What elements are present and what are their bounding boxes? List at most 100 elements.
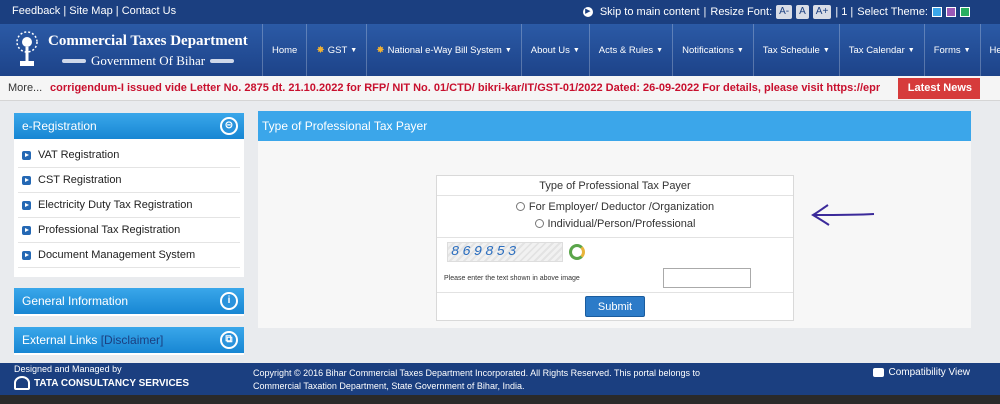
sidebar-item-label: Professional Tax Registration — [38, 224, 181, 236]
nav-item-national-e-way-bill-system[interactable]: ✸ National e-Way Bill System ▼ — [366, 24, 521, 76]
brand-subtitle-text: Government Of Bihar — [91, 53, 206, 68]
site-map-link[interactable]: Site Map — [69, 5, 112, 17]
utility-links: Feedback | Site Map | Contact Us — [12, 5, 177, 17]
latest-news-button[interactable]: Latest News — [897, 78, 980, 99]
disclaimer-link[interactable]: [Disclaimer] — [101, 333, 164, 347]
e-registration-title: e-Registration — [22, 119, 97, 133]
employer-option[interactable]: For Employer/ Deductor /Organization — [437, 201, 793, 213]
sidebar-item-electricity-duty-tax-registration[interactable]: Electricity Duty Tax Registration — [18, 193, 240, 218]
brand-subtitle: Government Of Bihar — [62, 53, 235, 69]
sidebar-item-cst-registration[interactable]: CST Registration — [18, 168, 240, 193]
bodhi-tree-logo-icon[interactable] — [12, 30, 42, 70]
individual-option-label: Individual/Person/Professional — [547, 218, 696, 230]
employer-radio[interactable] — [515, 202, 525, 211]
utility-bar: Feedback | Site Map | Contact Us ▶ Skip … — [0, 0, 1000, 24]
nav-item-home[interactable]: Home — [262, 24, 306, 76]
e-registration-list: VAT Registration CST Registration Electric… — [14, 139, 244, 270]
collapse-icon[interactable]: ⊝ — [220, 117, 238, 135]
individual-option[interactable]: Individual/Person/Professional — [437, 218, 793, 230]
caret-down-icon: ▼ — [350, 46, 358, 54]
nav-item-label: About Us — [530, 44, 570, 56]
tax-payer-type-options: For Employer/ Deductor /Organization Ind… — [437, 196, 793, 238]
copyright-text: Copyright © 2016 Bihar Commercial Taxes … — [253, 368, 701, 391]
star-icon: ✸ — [316, 44, 325, 56]
nav-item-label: Forms — [933, 44, 961, 56]
external-links-title: External Links — [22, 333, 98, 347]
theme-blue-swatch[interactable] — [932, 7, 942, 17]
nav-item-gst[interactable]: ✸ GST ▼ — [306, 24, 366, 76]
theme-purple-swatch[interactable] — [946, 7, 956, 17]
nav-item-acts-rules[interactable]: Acts & Rules ▼ — [588, 24, 672, 76]
e-registration-header[interactable]: e-Registration ⊝ — [14, 113, 244, 139]
resize-font-label: Resize Font: — [710, 6, 773, 18]
captcha-label: Please enter the text shown in above ima… — [444, 275, 580, 282]
captcha-input[interactable] — [663, 268, 751, 288]
font-increase-button[interactable]: A+ — [812, 5, 832, 19]
info-icon[interactable]: i — [220, 292, 238, 310]
nav-item-label: Tax Calendar — [848, 44, 905, 56]
more-link[interactable]: More... — [8, 82, 42, 94]
external-links-panel: External Links [Disclaimer] ⧉ — [14, 327, 244, 355]
nav-item-tax-calendar[interactable]: Tax Calendar ▼ — [838, 24, 924, 76]
brand-title[interactable]: Commercial Taxes Department — [48, 33, 248, 50]
decorative-line-icon — [210, 59, 235, 63]
feedback-link[interactable]: Feedback — [12, 5, 60, 17]
nav-item-label: Home — [272, 44, 298, 56]
sidebar-item-label: CST Registration — [38, 174, 122, 186]
general-information-header[interactable]: General Information i — [14, 288, 244, 314]
tcs-name: TATA CONSULTANCY SERVICES — [34, 377, 190, 389]
nav-item-label: Tax Schedule — [762, 44, 820, 56]
e-registration-panel: e-Registration ⊝ VAT Registration CST Reg… — [14, 113, 244, 277]
submit-row: Submit — [437, 293, 793, 320]
sidebar-item-document-management-system[interactable]: Document Management System — [18, 243, 240, 268]
decorative-line-icon — [62, 59, 86, 63]
nav-item-notifications[interactable]: Notifications ▼ — [672, 24, 753, 76]
link-icon[interactable]: ⧉ — [220, 331, 238, 349]
employer-option-label: For Employer/ Deductor /Organization — [528, 201, 715, 213]
select-theme-label: Select Theme: — [857, 6, 928, 18]
external-links-header[interactable]: External Links [Disclaimer] ⧉ — [14, 327, 244, 353]
contact-us-link[interactable]: Contact Us — [122, 5, 176, 17]
caret-down-icon: ▼ — [963, 46, 971, 54]
caret-down-icon: ▼ — [907, 46, 915, 54]
tcs-logo[interactable]: TATA CONSULTANCY SERVICES — [14, 376, 189, 390]
bullet-arrow-icon — [22, 250, 31, 260]
skip-icon: ▶ — [582, 7, 593, 17]
bullet-arrow-icon — [22, 150, 31, 160]
compatibility-view-link[interactable]: Compatibility View — [873, 367, 970, 378]
separator: | — [703, 6, 707, 18]
caret-down-icon: ▼ — [504, 46, 512, 54]
nav-item-forms[interactable]: Forms ▼ — [923, 24, 980, 76]
ticker-message[interactable]: corrigendum-I issued vide Letter No. 287… — [50, 82, 892, 94]
captcha-image: 869853 — [447, 242, 563, 262]
star-icon: ✸ — [376, 44, 385, 56]
tax-payer-form: Type of Professional Tax Payer For Emplo… — [436, 175, 794, 321]
designed-by-label: Designed and Managed by — [14, 364, 122, 374]
individual-radio[interactable] — [534, 219, 544, 228]
accessibility-controls: ▶ Skip to main content | Resize Font: A-… — [582, 5, 970, 19]
theme-green-swatch[interactable] — [960, 7, 970, 17]
main-nav: Home ✸ GST ▼ ✸ National e-Way Bill System ▼ Abo… — [262, 24, 1000, 76]
nav-item-label: Help — [989, 44, 1000, 56]
font-separator: | 1 | — [835, 6, 854, 18]
sidebar-item-vat-registration[interactable]: VAT Registration — [18, 143, 240, 168]
sidebar-item-label: Document Management System — [38, 249, 196, 261]
nav-item-tax-schedule[interactable]: Tax Schedule ▼ — [752, 24, 839, 76]
hand-drawn-arrow-icon — [811, 204, 875, 226]
news-ticker: More... corrigendum-I issued vide Letter… — [0, 76, 1000, 101]
captcha-row: 869853 Please enter the text shown in ab… — [437, 238, 793, 293]
nav-item-help[interactable]: Help▼ — [979, 24, 1000, 76]
site-footer: Designed and Managed by TATA CONSULTANCY… — [0, 363, 1000, 395]
font-normal-button[interactable]: A — [796, 5, 809, 19]
bottom-strip — [0, 395, 1000, 404]
submit-button[interactable]: Submit — [585, 296, 645, 317]
form-title: Type of Professional Tax Payer — [437, 176, 793, 196]
page-title: Type of Professional Tax Payer — [258, 111, 971, 141]
font-decrease-button[interactable]: A- — [776, 5, 793, 19]
skip-to-main-link[interactable]: Skip to main content — [600, 6, 700, 18]
sidebar-item-professional-tax-registration[interactable]: Professional Tax Registration — [18, 218, 240, 243]
nav-item-about-us[interactable]: About Us ▼ — [520, 24, 589, 76]
nav-item-label: National e-Way Bill System — [387, 44, 502, 56]
bullet-arrow-icon — [22, 175, 31, 185]
refresh-captcha-icon[interactable] — [569, 244, 585, 260]
